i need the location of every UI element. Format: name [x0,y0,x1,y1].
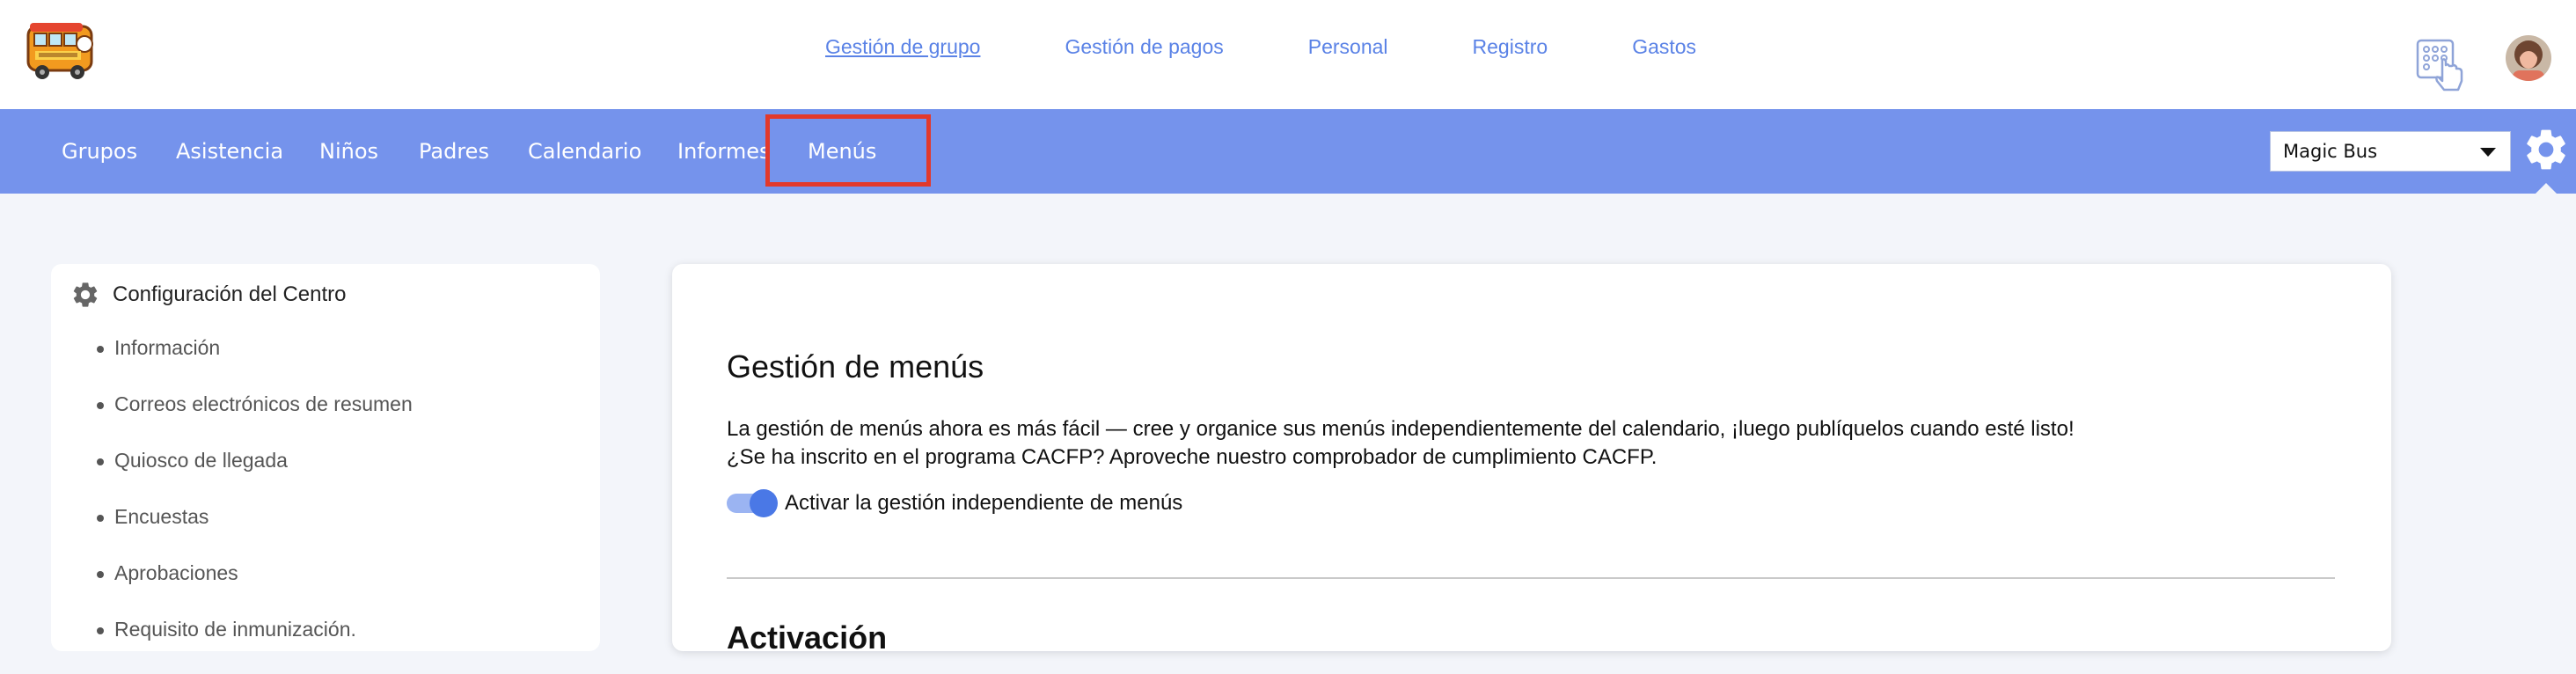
nav-gestion-grupo-link[interactable]: Gestión de grupo [825,35,980,67]
tab-ninos[interactable]: Niños [319,109,378,194]
tab-padres[interactable]: Padres [419,109,489,194]
sidebar-item-informacion[interactable]: Información [51,336,413,392]
menu-management-card: Gestión de menús La gestión de menús aho… [672,264,2391,656]
sidebar-item-inmunizacion[interactable]: Requisito de inmunización. [51,618,413,674]
sidebar-item-encuestas[interactable]: Encuestas [51,505,413,561]
user-avatar[interactable] [2506,35,2551,81]
nav-gastos-link[interactable]: Gastos [1632,35,1696,67]
nav-gestion-pagos-link[interactable]: Gestión de pagos [1065,35,1223,67]
sidebar-item-correos-resumen[interactable]: Correos electrónicos de resumen [51,392,413,449]
sidebar-item-aprobaciones[interactable]: Aprobaciones [51,561,413,618]
tab-calendario[interactable]: Calendario [528,109,641,194]
description-line-1: La gestión de menús ahora es más fácil —… [727,417,2075,441]
top-navigation: Gestión de grupo Gestión de pagos Person… [825,35,1781,67]
sidebar-header[interactable]: Configuración del Centro [70,280,347,310]
tab-grupos[interactable]: Grupos [62,109,137,194]
gear-icon[interactable] [2521,125,2571,174]
nav-registro-link[interactable]: Registro [1473,35,1548,67]
toggle-label: Activar la gestión independiente de menú… [785,491,1183,515]
sidebar-list: Información Correos electrónicos de resu… [51,336,413,674]
section-tabs-bar: Grupos Asistencia Niños Padres Calendari… [0,109,2576,194]
center-select[interactable]: Magic Bus [2270,131,2511,172]
toggle-knob [750,489,778,517]
page-title: Gestión de menús [727,348,984,385]
section-divider [727,577,2335,579]
sidebar-item-quiosco-llegada[interactable]: Quiosco de llegada [51,449,413,505]
magic-bus-logo-icon[interactable] [26,18,97,84]
sidebar-title: Configuración del Centro [113,282,347,306]
tab-informes[interactable]: Informes [677,109,771,194]
chevron-down-icon [2480,148,2496,157]
tab-asistencia[interactable]: Asistencia [176,109,283,194]
center-select-value: Magic Bus [2283,141,2378,162]
description-line-2: ¿Se ha inscrito en el programa CACFP? Ap… [727,445,1658,469]
gear-icon [73,282,98,307]
settings-active-notch [2536,183,2557,194]
kiosk-keypad-icon[interactable] [2416,39,2467,92]
activation-section-title: Activación [727,619,888,656]
independent-menu-toggle[interactable] [727,489,778,517]
selected-tab-highlight [765,114,931,187]
settings-sidebar: Configuración del Centro Información Cor… [51,264,600,651]
top-header: Gestión de grupo Gestión de pagos Person… [0,0,2576,109]
nav-personal-link[interactable]: Personal [1308,35,1388,67]
